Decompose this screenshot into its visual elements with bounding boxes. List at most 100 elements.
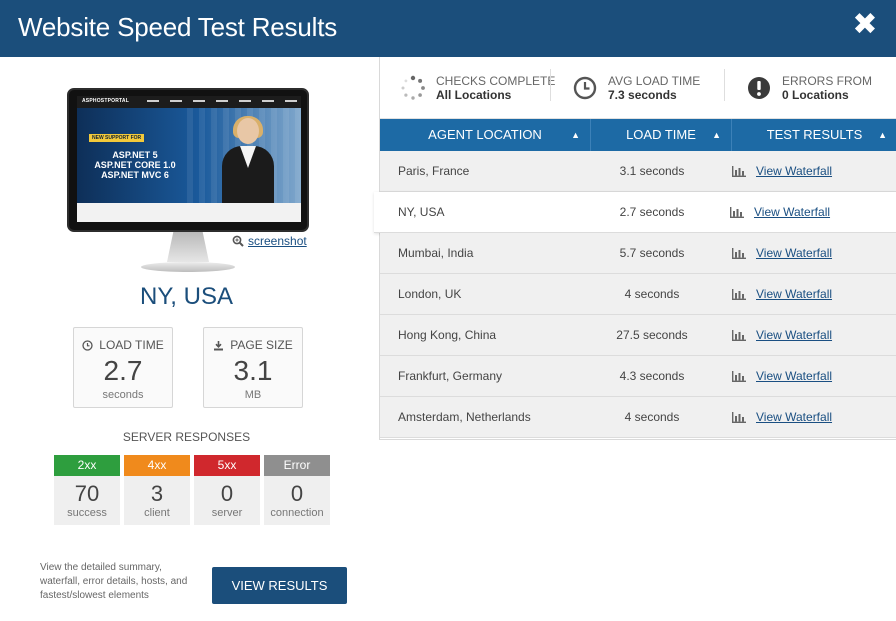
- checks-label: CHECKS COMPLETE: [436, 74, 556, 88]
- bar-chart-icon: [732, 165, 746, 177]
- results-description: View the detailed summary, waterfall, er…: [40, 562, 188, 601]
- site-logo: ASPHOSTPORTAL: [82, 98, 129, 104]
- row-load-time: 4 seconds: [624, 410, 680, 424]
- clock-icon: [82, 339, 93, 351]
- table-row[interactable]: Amsterdam, Netherlands 4 seconds View Wa…: [380, 397, 896, 438]
- response-4xx: 4xx 3 client: [124, 455, 190, 525]
- row-location: NY, USA: [398, 205, 445, 219]
- page-size-value: 3.1: [233, 355, 273, 386]
- bar-chart-icon: [732, 411, 746, 423]
- bar-chart-icon: [732, 247, 746, 259]
- response-2xx: 2xx 70 success: [54, 455, 120, 525]
- server-responses-title: SERVER RESPONSES: [122, 430, 251, 444]
- column-test-results[interactable]: TEST RESULTS ▲: [732, 119, 896, 151]
- view-waterfall-link[interactable]: View Waterfall: [754, 205, 830, 219]
- view-waterfall-link[interactable]: View Waterfall: [756, 164, 832, 178]
- hero-tag: NEW SUPPORT FOR: [89, 134, 145, 142]
- page-size-label: PAGE SIZE: [230, 338, 293, 352]
- exclamation-icon: [748, 77, 770, 99]
- page-size-card: PAGE SIZE 3.1 MB: [203, 327, 303, 408]
- response-code: 4xx: [124, 455, 190, 476]
- table-row[interactable]: Mumbai, India 5.7 seconds View Waterfall: [380, 233, 896, 274]
- close-icon[interactable]: ✖: [850, 10, 880, 40]
- results-table-header: AGENT LOCATION ▲ LOAD TIME ▲ TEST RESULT…: [380, 119, 896, 151]
- hero-line: ASP.NET 5: [112, 150, 158, 160]
- table-row[interactable]: Frankfurt, Germany 4.3 seconds View Wate…: [380, 356, 896, 397]
- response-count: 0: [220, 481, 234, 506]
- row-location: Amsterdam, Netherlands: [398, 410, 531, 424]
- avg-label: AVG LOAD TIME: [608, 74, 701, 88]
- view-waterfall-link[interactable]: View Waterfall: [756, 287, 832, 301]
- errors-label: ERRORS FROM: [782, 74, 872, 88]
- load-time-unit: seconds: [102, 389, 144, 401]
- page-size-unit: MB: [244, 389, 262, 401]
- row-load-time: 3.1 seconds: [619, 164, 685, 178]
- view-waterfall-link[interactable]: View Waterfall: [756, 246, 832, 260]
- response-error: Error 0 connection: [264, 455, 330, 525]
- avg-value: 7.3 seconds: [608, 88, 677, 102]
- table-row-selected[interactable]: NY, USA 2.7 seconds View Waterfall: [374, 192, 896, 233]
- row-load-time: 4.3 seconds: [619, 369, 685, 383]
- row-location: Mumbai, India: [398, 246, 474, 260]
- column-agent-location[interactable]: AGENT LOCATION ▲: [380, 119, 590, 151]
- row-load-time: 2.7 seconds: [619, 205, 685, 219]
- response-label: client: [144, 507, 170, 519]
- checks-complete: CHECKS COMPLETE All Locations: [400, 57, 555, 119]
- load-time-value: 2.7: [103, 355, 143, 386]
- screenshot-link-label[interactable]: screenshot: [248, 234, 307, 248]
- row-load-time: 27.5 seconds: [616, 328, 688, 342]
- result-detail-panel: ASPHOSTPORTAL NEW SUPPORT FOR ASP.NET 5 …: [0, 57, 373, 621]
- view-waterfall-link[interactable]: View Waterfall: [756, 328, 832, 342]
- response-label: server: [211, 507, 243, 519]
- site-nav-links: [147, 100, 297, 103]
- errors-value: 0 Locations: [782, 88, 849, 102]
- row-location: Hong Kong, China: [398, 328, 497, 342]
- load-time-label: LOAD TIME: [99, 338, 164, 352]
- site-hero-banner: NEW SUPPORT FOR ASP.NET 5 ASP.NET CORE 1…: [77, 108, 301, 203]
- column-load-time[interactable]: LOAD TIME ▲: [591, 119, 731, 151]
- errors-from: ERRORS FROM 0 Locations: [746, 57, 872, 119]
- avg-load-time: AVG LOAD TIME 7.3 seconds: [572, 57, 700, 119]
- clock-icon: [573, 76, 597, 100]
- sort-asc-icon: ▲: [878, 130, 887, 140]
- hero-line: ASP.NET CORE 1.0: [94, 160, 176, 170]
- hero-text: NEW SUPPORT FOR ASP.NET 5 ASP.NET CORE 1…: [85, 126, 185, 198]
- response-label: connection: [270, 507, 324, 519]
- table-row[interactable]: London, UK 4 seconds View Waterfall: [380, 274, 896, 315]
- view-waterfall-link[interactable]: View Waterfall: [756, 410, 832, 424]
- response-code: 5xx: [194, 455, 260, 476]
- row-location: London, UK: [398, 287, 462, 301]
- dialog-header: Website Speed Test Results ✖: [0, 0, 896, 57]
- bar-chart-icon: [732, 329, 746, 341]
- table-row[interactable]: Paris, France 3.1 seconds View Waterfall: [380, 151, 896, 192]
- response-5xx: 5xx 0 server: [194, 455, 260, 525]
- screenshot-link[interactable]: screenshot: [232, 234, 307, 248]
- site-footer: [77, 203, 301, 222]
- monitor-base: [141, 262, 235, 272]
- row-location: Frankfurt, Germany: [398, 369, 503, 383]
- summary-divider: [724, 69, 725, 101]
- checks-value: All Locations: [436, 88, 512, 102]
- response-code: Error: [264, 455, 330, 476]
- bar-chart-icon: [732, 370, 746, 382]
- bar-chart-icon: [730, 206, 744, 218]
- load-time-card: LOAD TIME 2.7 seconds: [73, 327, 173, 408]
- summary-bar: CHECKS COMPLETE All Locations AVG LOAD T…: [380, 57, 896, 119]
- view-waterfall-link[interactable]: View Waterfall: [756, 369, 832, 383]
- monitor-frame: ASPHOSTPORTAL NEW SUPPORT FOR ASP.NET 5 …: [67, 88, 309, 232]
- view-results-button[interactable]: VIEW RESULTS: [212, 567, 347, 604]
- location-title: NY, USA: [140, 283, 233, 310]
- response-code: 2xx: [54, 455, 120, 476]
- table-row[interactable]: Hong Kong, China 27.5 seconds View Water…: [380, 315, 896, 356]
- response-label: success: [67, 507, 107, 519]
- hero-person-image: [217, 116, 279, 203]
- monitor-stand: [167, 232, 209, 262]
- sort-icon: ▲: [712, 130, 721, 140]
- hero-line: ASP.NET MVC 6: [101, 170, 169, 180]
- locations-panel: CHECKS COMPLETE All Locations AVG LOAD T…: [374, 57, 896, 440]
- response-count: 70: [74, 481, 100, 506]
- results-table-body: Paris, France 3.1 seconds View Waterfall…: [374, 151, 896, 438]
- sort-icon: ▲: [571, 130, 580, 140]
- response-count: 0: [290, 481, 304, 506]
- spinner-icon: [401, 75, 425, 100]
